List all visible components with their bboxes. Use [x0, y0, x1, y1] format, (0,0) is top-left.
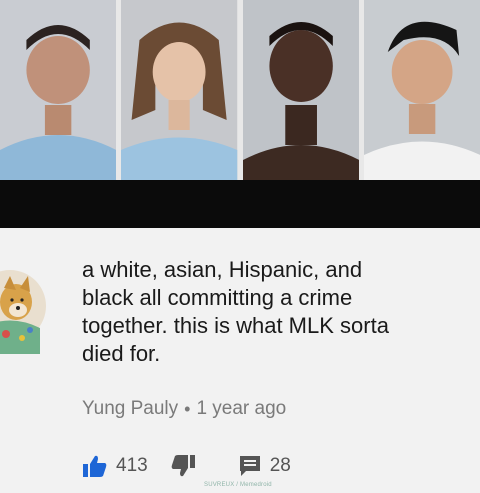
mugshot-photo-2 — [121, 0, 238, 180]
thumbs-up-icon — [82, 454, 108, 478]
watermark: SUVREUX / Memedroid — [204, 482, 272, 488]
mugshot-strip — [0, 0, 480, 180]
like-count: 413 — [116, 455, 148, 476]
comment-icon — [238, 454, 262, 478]
comment-text: a white, asian, Hispanic, and black all … — [82, 257, 389, 366]
comment-timestamp[interactable]: 1 year ago — [196, 398, 286, 420]
like-button[interactable]: 413 — [82, 454, 148, 478]
mugshot-photo-1 — [0, 0, 117, 180]
black-band — [0, 180, 480, 228]
avatar[interactable] — [0, 258, 46, 354]
meta-separator: • — [184, 398, 191, 419]
mugshot-photo-3 — [242, 0, 359, 180]
comment-card: a white, asian, Hispanic, and black all … — [0, 228, 480, 493]
comment-actions: 413 28 — [82, 454, 291, 478]
reply-count: 28 — [269, 455, 291, 476]
comment-meta: Yung Pauly • 1 year ago — [82, 398, 286, 420]
mugshot-photo-4 — [363, 0, 480, 180]
author-name[interactable]: Yung Pauly — [82, 398, 178, 420]
dislike-button[interactable] — [170, 454, 196, 478]
thumbs-down-icon — [170, 454, 196, 478]
reply-button[interactable]: 28 — [238, 454, 291, 478]
